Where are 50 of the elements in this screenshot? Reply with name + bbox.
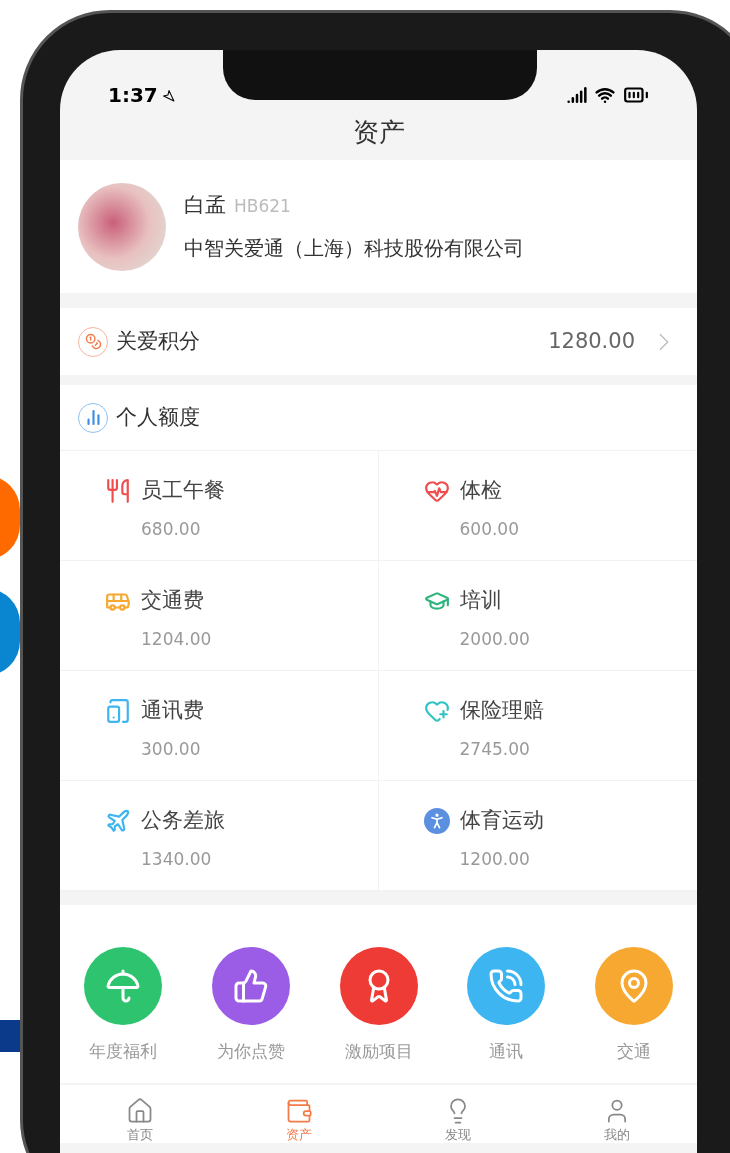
location-icon xyxy=(161,88,175,102)
quota-item[interactable]: 员工午餐 680.00 xyxy=(60,451,379,561)
quota-label: 公务差旅 xyxy=(141,807,225,834)
shortcut-label: 为你点赞 xyxy=(216,1040,285,1063)
quota-label: 体检 xyxy=(459,477,502,504)
company-name: 中智关爱通（上海）科技股份有限公司 xyxy=(184,235,524,263)
umbrella-icon xyxy=(105,968,141,1004)
points-row[interactable]: 关爱积分 1280.00 xyxy=(60,308,697,375)
quota-amount: 1340.00 xyxy=(141,847,213,871)
tab-item[interactable]: 发现 xyxy=(413,1097,504,1143)
quota-item[interactable]: 体检 600.00 xyxy=(378,451,697,561)
wifi-icon xyxy=(595,85,615,105)
quota-amount: 600.00 xyxy=(459,517,520,541)
user-code: HB621 xyxy=(234,194,291,218)
quota-label: 培训 xyxy=(459,587,502,614)
quota-item[interactable]: 公务差旅 1340.00 xyxy=(60,781,379,891)
tablet-icon xyxy=(105,697,131,724)
quota-label: 员工午餐 xyxy=(141,477,225,504)
quota-amount: 2000.00 xyxy=(459,627,531,651)
shortcut-label: 年度福利 xyxy=(89,1040,157,1063)
quota-item[interactable]: 通讯费 300.00 xyxy=(60,671,379,781)
quota-amount: 2745.00 xyxy=(459,737,531,761)
quota-item[interactable]: 培训 2000.00 xyxy=(378,561,697,671)
quota-item[interactable]: 交通费 1204.00 xyxy=(60,561,379,671)
tab-item[interactable]: 我的 xyxy=(572,1097,663,1143)
quota-amount: 1204.00 xyxy=(141,627,213,651)
shortcut-label: 通讯 xyxy=(489,1040,524,1063)
thumbs-up-icon xyxy=(232,968,269,1004)
quota-label: 通讯费 xyxy=(141,697,204,724)
quota-label: 交通费 xyxy=(141,587,204,614)
quota-item[interactable]: 体育运动 1200.00 xyxy=(378,781,697,891)
tab-item[interactable]: 首页 xyxy=(94,1097,185,1143)
status-time: 1:37 xyxy=(108,80,175,110)
quota-title: 个人额度 xyxy=(116,403,200,431)
points-value: 1280.00 xyxy=(548,327,635,355)
quota-label: 体育运动 xyxy=(459,807,544,834)
points-label: 关爱积分 xyxy=(116,327,200,355)
quota-amount: 680.00 xyxy=(141,517,202,541)
shortcut-label: 交通 xyxy=(617,1040,651,1063)
quota-label: 保险理赔 xyxy=(459,697,544,724)
shortcut-label: 激励项目 xyxy=(344,1040,413,1063)
utensils-icon xyxy=(105,477,131,504)
user-name: 白孟 xyxy=(184,191,226,219)
page-title: 资产 xyxy=(351,116,406,149)
signal-icon xyxy=(567,85,587,105)
quota-amount: 300.00 xyxy=(141,737,202,761)
plane-icon xyxy=(105,807,131,834)
quota-amount: 1200.00 xyxy=(459,847,531,871)
quota-item[interactable]: 保险理赔 2745.00 xyxy=(378,671,697,781)
phone-icon xyxy=(488,968,525,1004)
